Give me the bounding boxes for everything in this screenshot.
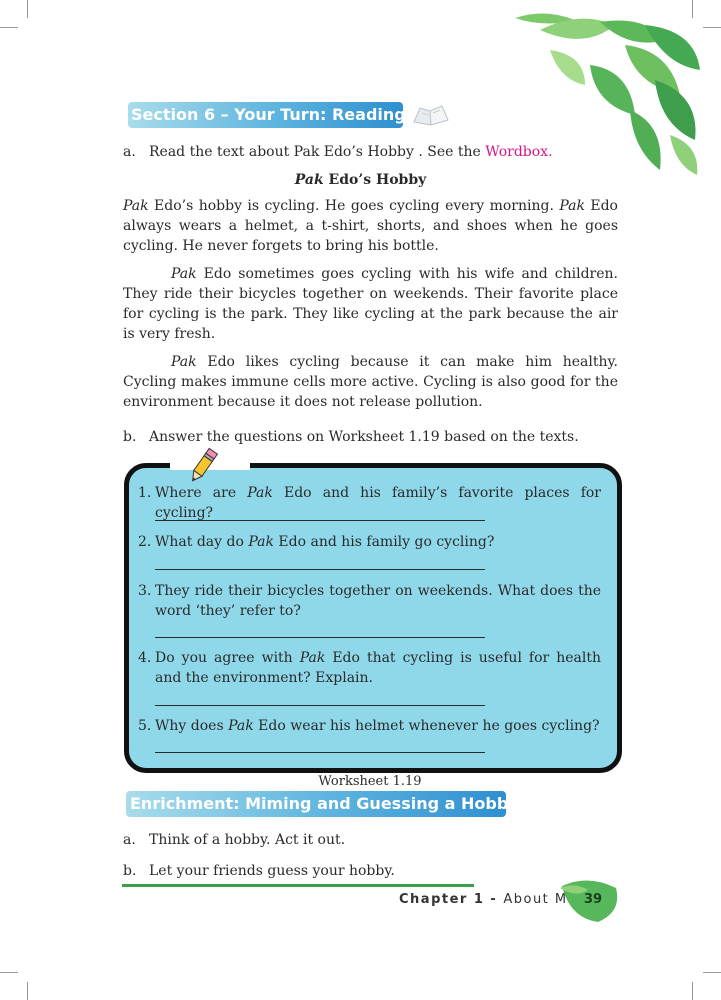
instruction-b-text: Answer the questions on Worksheet 1.19 b… — [149, 429, 579, 445]
question-number: 4. — [138, 650, 152, 666]
crop-mark — [703, 972, 721, 973]
question-number: 1. — [138, 485, 152, 501]
enrichment-b-text: Let your friends guess your hobby. — [149, 863, 395, 879]
crop-mark — [27, 982, 28, 1000]
instruction-a-marker: a. — [123, 144, 136, 160]
answer-line-3[interactable] — [155, 637, 485, 638]
pak-italic: Pak — [248, 534, 274, 550]
question-text: What day do — [155, 534, 249, 550]
answer-line-5[interactable] — [155, 752, 485, 753]
worksheet-question-1: 1. Where are Pak Edo and his family’s fa… — [138, 483, 601, 523]
worksheet-caption: Worksheet 1.19 — [318, 774, 422, 789]
answer-line-4[interactable] — [155, 705, 485, 706]
crop-mark — [0, 972, 18, 973]
answer-line-2[interactable] — [155, 569, 485, 570]
paragraph-text: Edo likes cycling because it can make hi… — [123, 354, 618, 410]
passage-title: Pak Edo’s Hobby — [0, 170, 721, 190]
passage-paragraph-3: Pak Edo likes cycling because it can mak… — [123, 352, 618, 412]
worksheet-question-3: 3. They ride their bicycles together on … — [138, 581, 601, 621]
question-text: Where are — [155, 485, 248, 501]
crop-mark — [692, 982, 693, 1000]
answer-line-1[interactable] — [155, 520, 485, 521]
pencil-icon — [192, 447, 219, 482]
instruction-a: Read the text about Pak Edo’s Hobby . Se… — [149, 142, 553, 162]
pak-italic: Pak — [171, 354, 197, 370]
paragraph-text: Edo’s hobby is cycling. He goes cycling … — [148, 198, 560, 214]
question-text: Do you agree with — [155, 650, 300, 666]
instruction-a-text: Read the text about Pak Edo’s Hobby . Se… — [149, 144, 486, 160]
crop-mark — [703, 27, 721, 28]
enrichment-a-marker: a. — [123, 832, 136, 848]
wordbox-link[interactable]: Wordbox. — [485, 144, 552, 160]
worksheet-question-5: 5. Why does Pak Edo wear his helmet when… — [138, 716, 601, 736]
pak-italic: Pak — [228, 718, 254, 734]
crop-mark — [27, 0, 28, 18]
question-number: 3. — [138, 583, 152, 599]
crop-mark — [0, 27, 18, 28]
question-number: 5. — [138, 718, 152, 734]
enrichment-a-text: Think of a hobby. Act it out. — [149, 832, 346, 848]
enrichment-title: Enrichment: Miming and Guessing a Hobby — [130, 794, 519, 813]
passage-paragraph-2: Pak Edo sometimes goes cycling with his … — [123, 264, 618, 344]
pak-italic: Pak — [559, 198, 585, 214]
pak-italic: Pak — [247, 485, 273, 501]
question-text: They ride their bicycles together on wee… — [155, 583, 601, 619]
pak-italic: Pak — [171, 266, 197, 282]
worksheet-question-2: 2. What day do Pak Edo and his family go… — [138, 532, 601, 552]
chapter-label: Chapter 1 - About Me — [399, 892, 577, 907]
question-text: Edo wear his helmet whenever he goes cyc… — [253, 718, 600, 734]
passage-paragraph-1: Pak Edo’s hobby is cycling. He goes cycl… — [123, 196, 618, 256]
paragraph-text: Edo sometimes goes cycling with his wife… — [123, 266, 618, 342]
question-text: Why does — [155, 718, 229, 734]
question-text: Edo and his family go cycling? — [273, 534, 495, 550]
section-title: Section 6 – Your Turn: Reading — [131, 105, 406, 124]
chapter-number: Chapter 1 - — [399, 892, 504, 907]
passage-title-rest: Edo’s Hobby — [323, 172, 427, 188]
pak-italic: Pak — [123, 198, 149, 214]
question-number: 2. — [138, 534, 152, 550]
footer-rule — [122, 884, 474, 887]
book-icon — [413, 105, 449, 126]
instruction-b-marker: b. — [123, 429, 137, 445]
page-number: 39 — [583, 892, 603, 907]
passage-title-pak: Pak — [294, 172, 324, 188]
pak-italic: Pak — [299, 650, 326, 666]
worksheet-question-4: 4. Do you agree with Pak Edo that cyclin… — [138, 648, 601, 688]
enrichment-b-marker: b. — [123, 863, 137, 879]
